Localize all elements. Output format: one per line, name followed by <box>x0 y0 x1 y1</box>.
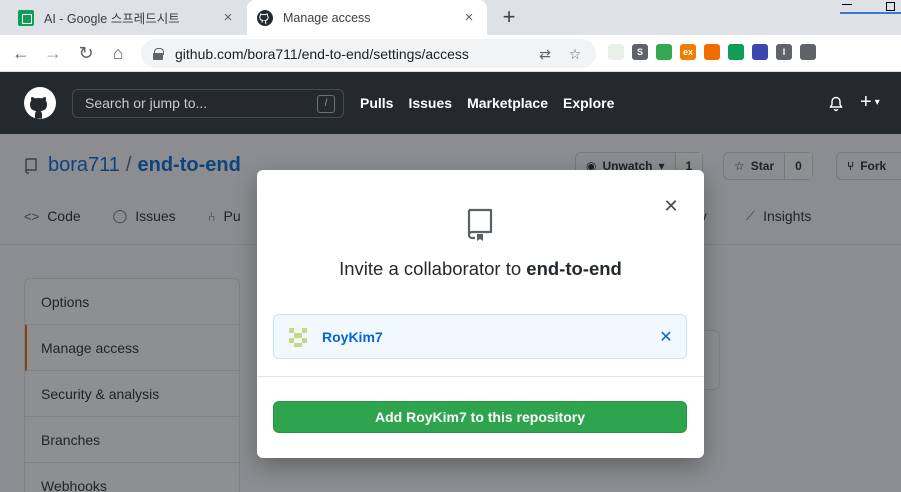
github-nav: Pulls Issues Marketplace Explore <box>360 72 614 134</box>
nav-explore[interactable]: Explore <box>563 95 614 111</box>
google-sheets-icon <box>18 9 34 26</box>
home-icon[interactable]: ⌂ <box>106 41 130 65</box>
extension-icon[interactable]: S <box>632 44 648 60</box>
dialog-divider <box>257 376 704 377</box>
slash-shortcut-badge: / <box>317 95 335 113</box>
notification-bell-icon[interactable] <box>828 96 844 112</box>
forward-arrow-icon[interactable]: → <box>41 41 65 65</box>
extension-icon[interactable]: I <box>776 44 792 60</box>
nav-pulls[interactable]: Pulls <box>360 95 393 111</box>
dialog-title-repo: end-to-end <box>526 258 622 279</box>
nav-marketplace[interactable]: Marketplace <box>467 95 548 111</box>
avatar <box>286 324 310 349</box>
lock-icon <box>153 48 164 60</box>
repo-icon <box>467 208 493 241</box>
tab-title: Manage access <box>283 10 371 25</box>
translate-icon[interactable]: ⇄ <box>536 45 554 63</box>
new-tab-button[interactable]: + <box>498 6 520 28</box>
github-logo-icon[interactable] <box>24 87 56 119</box>
window-maximize-icon[interactable] <box>886 2 895 11</box>
add-collaborator-button[interactable]: Add RoyKim7 to this repository <box>273 401 687 433</box>
github-search-input[interactable]: Search or jump to... / <box>72 89 344 118</box>
close-icon[interactable]: ✕ <box>661 196 681 216</box>
collaborator-login: RoyKim7 <box>322 328 383 345</box>
search-placeholder: Search or jump to... <box>85 95 208 111</box>
extension-icon[interactable] <box>608 44 624 60</box>
extension-icon[interactable] <box>656 44 672 60</box>
extension-icon[interactable] <box>728 44 744 60</box>
browser-tab-sheets[interactable]: AI - Google 스프레드시트 × <box>8 0 246 35</box>
selected-collaborator: RoyKim7 ✕ <box>273 314 687 359</box>
browser-tab-manage-access[interactable]: Manage access × <box>247 0 487 35</box>
github-header: Search or jump to... / Pulls Issues Mark… <box>0 72 901 134</box>
invite-collaborator-dialog: ✕ Invite a collaborator to end-to-end Ro… <box>257 170 704 458</box>
back-arrow-icon[interactable]: ← <box>9 41 33 65</box>
github-icon <box>257 9 273 26</box>
extension-icons: Sex I <box>608 44 816 60</box>
tab-close-icon[interactable]: × <box>220 9 236 26</box>
address-bar[interactable]: github.com/bora711/end-to-end/settings/a… <box>141 39 596 68</box>
extension-icon[interactable] <box>800 44 816 60</box>
browser-toolbar: ← → ↻ ⌂ github.com/bora711/end-to-end/se… <box>0 35 901 72</box>
url-text: github.com/bora711/end-to-end/settings/a… <box>175 45 469 62</box>
extension-icon[interactable]: ex <box>680 44 696 60</box>
nav-issues[interactable]: Issues <box>408 95 452 111</box>
remove-collaborator-icon[interactable]: ✕ <box>658 327 674 347</box>
window-accent-line <box>840 12 901 14</box>
window-minimize-icon[interactable] <box>842 4 852 5</box>
tab-close-icon[interactable]: × <box>461 9 477 26</box>
reload-icon[interactable]: ↻ <box>74 41 98 65</box>
dialog-title: Invite a collaborator to end-to-end <box>339 258 622 279</box>
extension-icon[interactable] <box>704 44 720 60</box>
extension-icon[interactable] <box>752 44 768 60</box>
browser-tabstrip: AI - Google 스프레드시트 × Manage access × + <box>0 0 901 35</box>
bookmark-star-icon[interactable]: ☆ <box>566 45 584 63</box>
create-new-plus-icon[interactable]: + ▾ <box>860 91 880 114</box>
tab-title: AI - Google 스프레드시트 <box>44 12 180 26</box>
